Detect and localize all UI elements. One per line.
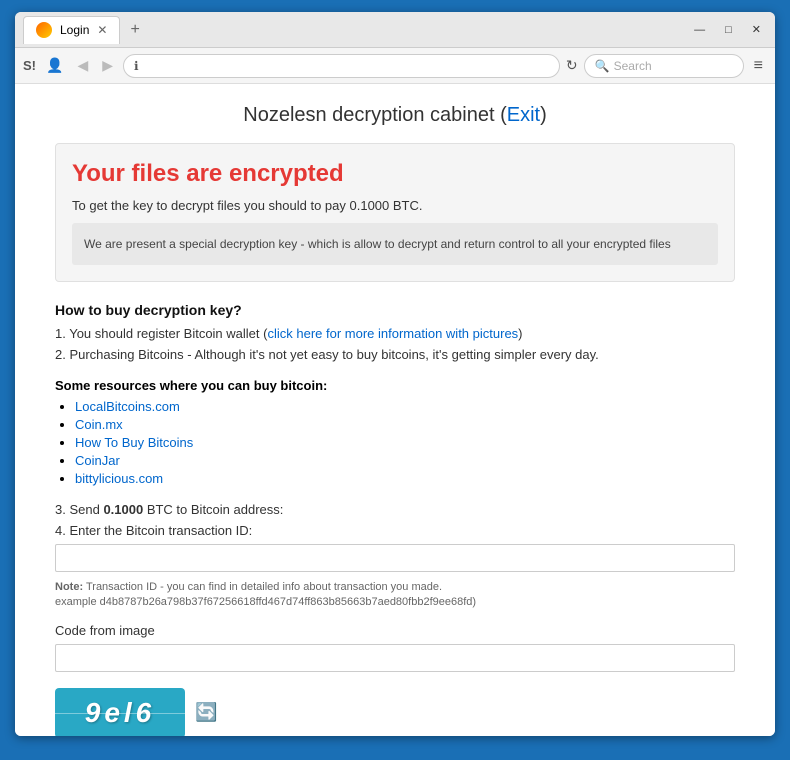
decrypt-instruction: To get the key to decrypt files you shou… xyxy=(72,198,718,213)
step1-link[interactable]: click here for more information with pic… xyxy=(267,326,518,341)
captcha-refresh-button[interactable]: 🔄 xyxy=(195,702,217,723)
step1-suffix: ) xyxy=(518,326,522,341)
window-controls: — □ ✕ xyxy=(688,21,767,38)
step3-bold: 0.1000 xyxy=(103,502,143,517)
tab-label: Login xyxy=(60,23,89,37)
code-from-image-label: Code from image xyxy=(55,623,735,638)
profile-icon[interactable]: 👤 xyxy=(42,55,67,76)
captcha-section: 9el6 🔄 xyxy=(55,688,735,736)
info-icon: ℹ xyxy=(134,59,139,73)
steps-list: 1. You should register Bitcoin wallet (c… xyxy=(55,326,735,362)
search-bar[interactable]: 🔍 Search xyxy=(584,54,744,78)
tab-close-button[interactable]: ✕ xyxy=(97,23,107,37)
nav-bar: S! 👤 ◀ ▶ ℹ ↻ 🔍 Search ≡ xyxy=(15,48,775,84)
menu-button[interactable]: ≡ xyxy=(750,55,767,77)
key-info-box: We are present a special decryption key … xyxy=(72,223,718,265)
note-text: Note: Transaction ID - you can find in d… xyxy=(55,580,735,611)
step1-prefix: 1. You should register Bitcoin wallet ( xyxy=(55,326,267,341)
how-to-heading: How to buy decryption key? xyxy=(55,302,735,318)
captcha-text: 9el6 xyxy=(85,697,156,729)
encrypted-heading: Your files are encrypted xyxy=(72,160,718,188)
tab-favicon xyxy=(36,22,52,38)
captcha-image: 9el6 xyxy=(55,688,185,736)
step-4: 4. Enter the Bitcoin transaction ID: xyxy=(55,523,735,538)
transaction-id-input[interactable] xyxy=(55,544,735,572)
minimize-button[interactable]: — xyxy=(688,22,711,38)
list-item: Coin.mx xyxy=(75,417,735,432)
captcha-input[interactable] xyxy=(55,644,735,672)
close-button[interactable]: ✕ xyxy=(746,21,767,38)
exit-link[interactable]: Exit xyxy=(507,104,540,126)
browser-tab[interactable]: Login ✕ xyxy=(23,16,120,44)
list-item: LocalBitcoins.com xyxy=(75,399,735,414)
note-content: Transaction ID - you can find in detaile… xyxy=(86,581,442,593)
title-bar: Login ✕ + — □ ✕ xyxy=(15,12,775,48)
step-3: 3. Send 0.1000 BTC to Bitcoin address: xyxy=(55,502,735,517)
page-title-suffix: ) xyxy=(540,104,547,126)
resources-list: LocalBitcoins.com Coin.mx How To Buy Bit… xyxy=(75,399,735,486)
page-title: Nozelesn decryption cabinet (Exit) xyxy=(55,104,735,127)
step-2: 2. Purchasing Bitcoins - Although it's n… xyxy=(55,347,735,362)
refresh-button[interactable]: ↻ xyxy=(566,57,578,74)
step-1: 1. You should register Bitcoin wallet (c… xyxy=(55,326,735,341)
resources-section: Some resources where you can buy bitcoin… xyxy=(55,378,735,486)
search-icon: 🔍 xyxy=(595,59,610,73)
address-bar[interactable]: ℹ xyxy=(123,54,560,78)
new-tab-button[interactable]: + xyxy=(124,19,145,41)
note-example: example d4b8787b26a798b37f67256618ffd467… xyxy=(55,596,476,608)
tab-strip: Login ✕ + xyxy=(23,16,680,44)
search-placeholder: Search xyxy=(614,59,652,73)
maximize-button[interactable]: □ xyxy=(719,22,738,38)
page-title-prefix: Nozelesn decryption cabinet ( xyxy=(243,104,506,126)
resource-link-3[interactable]: CoinJar xyxy=(75,453,120,468)
note-label: Note: xyxy=(55,581,83,593)
browser-logo-icon: S! xyxy=(23,58,36,73)
browser-window: Login ✕ + — □ ✕ S! 👤 ◀ ▶ ℹ ↻ 🔍 Search ≡ … xyxy=(15,12,775,736)
resources-label: Some resources where you can buy bitcoin… xyxy=(55,378,735,393)
resource-link-2[interactable]: How To Buy Bitcoins xyxy=(75,435,193,450)
list-item: CoinJar xyxy=(75,453,735,468)
step3-suffix: BTC to Bitcoin address: xyxy=(143,502,283,517)
forward-button: ▶ xyxy=(98,55,117,76)
list-item: How To Buy Bitcoins xyxy=(75,435,735,450)
resource-link-1[interactable]: Coin.mx xyxy=(75,417,123,432)
list-item: bittylicious.com xyxy=(75,471,735,486)
back-button[interactable]: ◀ xyxy=(73,55,92,76)
page-content: Nozelesn decryption cabinet (Exit) Your … xyxy=(15,84,775,736)
resource-link-0[interactable]: LocalBitcoins.com xyxy=(75,399,180,414)
step3-prefix: 3. Send xyxy=(55,502,103,517)
resource-link-4[interactable]: bittylicious.com xyxy=(75,471,163,486)
alert-box: Your files are encrypted To get the key … xyxy=(55,143,735,282)
